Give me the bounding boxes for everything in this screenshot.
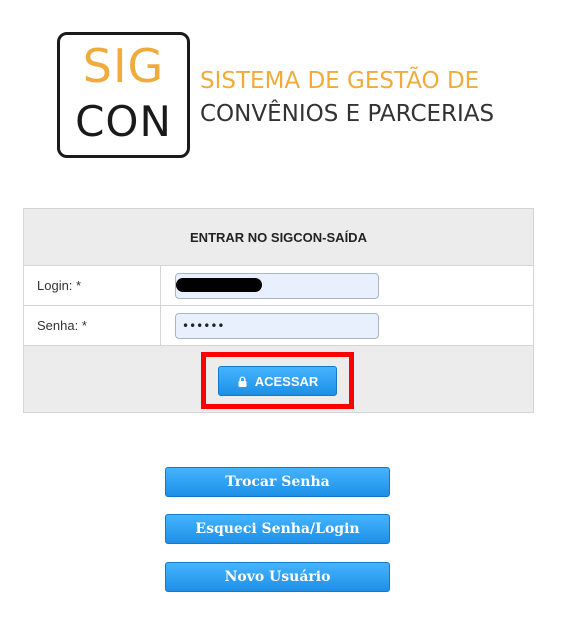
senha-label: Senha: * <box>24 306 161 345</box>
logo-tagline-line2: CONVÊNIOS E PARCERIAS <box>200 101 495 127</box>
login-label: Login: * <box>24 266 161 305</box>
sigcon-logo: SIG CON <box>57 32 190 158</box>
acessar-button[interactable]: ACESSAR <box>218 366 337 396</box>
login-panel: ENTRAR NO SIGCON-SAÍDA Login: * Senha: *… <box>23 208 534 413</box>
trocar-senha-button[interactable]: Trocar Senha <box>165 467 390 497</box>
redacted-login-value <box>176 278 262 292</box>
logo-text-sig: SIG <box>82 39 165 93</box>
senha-row: Senha: * •••••• <box>24 306 533 346</box>
logo-text-con: CON <box>75 97 172 146</box>
logo-tagline-line1: SISTEMA DE GESTÃO DE <box>200 68 480 94</box>
novo-usuario-button[interactable]: Novo Usuário <box>165 562 390 592</box>
login-panel-title: ENTRAR NO SIGCON-SAÍDA <box>24 209 533 266</box>
acessar-button-label: ACESSAR <box>254 373 319 389</box>
esqueci-senha-button[interactable]: Esqueci Senha/Login <box>165 514 390 544</box>
login-row: Login: * <box>24 266 533 306</box>
senha-input[interactable]: •••••• <box>175 313 379 339</box>
login-page: SIG CON SISTEMA DE GESTÃO DE CONVÊNIOS E… <box>0 0 566 636</box>
login-panel-footer: ACESSAR <box>24 346 533 412</box>
lock-icon <box>238 376 247 387</box>
